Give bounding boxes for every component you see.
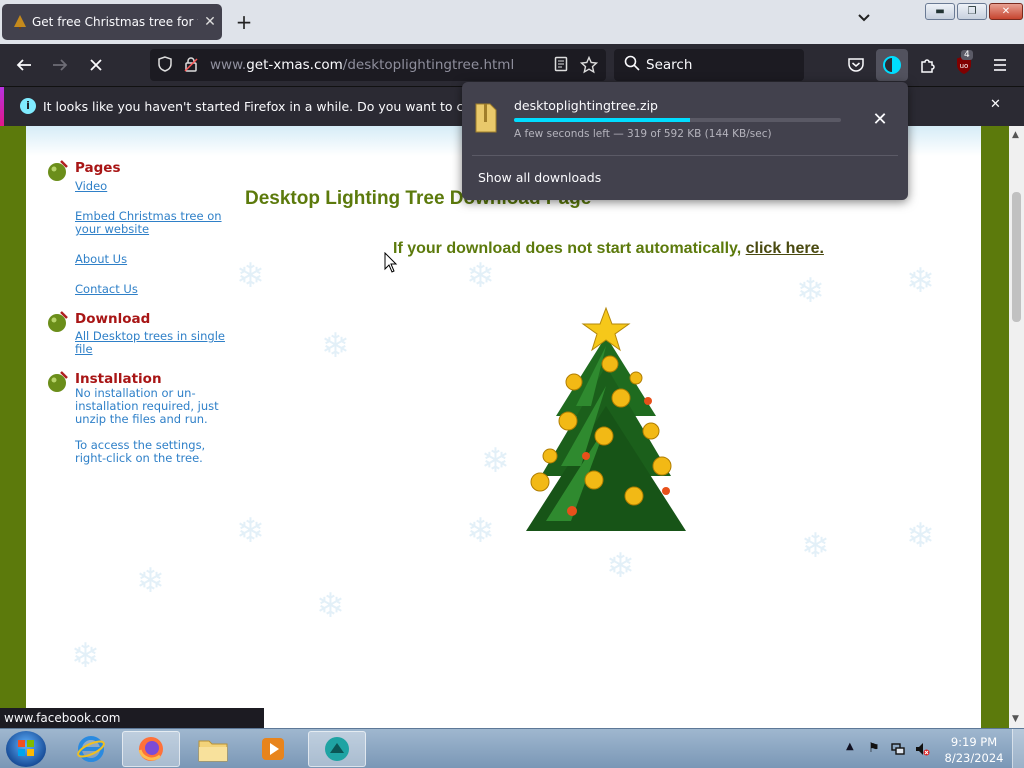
snowflake-icon: ❄ (606, 546, 635, 586)
click-here-link[interactable]: click here. (746, 240, 824, 257)
sidebar-link-contact[interactable]: Contact Us (75, 283, 235, 296)
list-all-tabs-icon[interactable] (852, 12, 876, 32)
action-center-flag-icon[interactable]: ⚑ (866, 741, 882, 757)
show-all-downloads-button[interactable]: Show all downloads (478, 170, 601, 185)
scrollbar-thumb[interactable] (1012, 192, 1021, 322)
reader-view-icon[interactable] (552, 56, 570, 74)
search-placeholder: Search (646, 57, 693, 73)
snowflake-icon: ❄ (481, 441, 510, 481)
hamburger-menu-icon[interactable] (988, 53, 1012, 77)
tab-active[interactable]: Get free Christmas tree for your ✕ (2, 4, 222, 40)
url-prefix: www. (210, 57, 247, 73)
url-domain: get-xmas.com (246, 57, 343, 73)
snowflake-icon: ❄ (906, 261, 935, 301)
stop-loading-icon[interactable] (84, 53, 108, 77)
snowflake-icon: ❄ (316, 586, 345, 626)
download-message: If your download does not start automati… (393, 240, 824, 258)
christmas-tree-image[interactable] (516, 306, 696, 546)
tracking-shield-icon[interactable] (156, 56, 174, 74)
section-title-download: Download (75, 311, 151, 327)
clock-time[interactable]: 9:19 PM (946, 735, 1002, 749)
snowflake-icon: ❄ (236, 256, 265, 296)
pocket-icon[interactable] (844, 53, 868, 77)
section-title-pages: Pages (75, 160, 121, 176)
scroll-down-icon[interactable]: ▼ (1012, 714, 1019, 724)
bookmark-star-icon[interactable] (579, 55, 599, 74)
tab-title: Get free Christmas tree for your (32, 15, 198, 29)
ublock-count-badge: 4 (961, 50, 973, 60)
show-desktop-button[interactable] (1012, 729, 1024, 768)
downloads-panel: desktoplightingtree.zip A few seconds le… (462, 82, 908, 200)
settings-text: To access the settings, right-click on t… (75, 438, 206, 465)
download-filename[interactable]: desktoplightingtree.zip (514, 98, 658, 113)
download-progress-fill (514, 118, 691, 122)
sidebar-link-video[interactable]: Video (75, 180, 235, 193)
windows-taskbar: ▲ ⚑ 9:19 PM 8/23/2024 (0, 728, 1024, 768)
tree-favicon-icon (14, 15, 26, 29)
show-hidden-icons-button[interactable]: ▲ (846, 741, 854, 752)
internet-explorer-icon[interactable] (62, 731, 120, 767)
cancel-download-icon[interactable]: ✕ (868, 108, 892, 132)
forward-arrow-icon[interactable] (48, 53, 72, 77)
sidebar-link-embed[interactable]: Embed Christmas tree on your website (75, 210, 235, 236)
ornament-icon (48, 311, 68, 332)
volume-muted-icon[interactable] (914, 741, 930, 757)
ornament-icon (48, 371, 68, 392)
snowflake-icon: ❄ (466, 256, 495, 296)
insecure-lock-icon[interactable] (182, 56, 200, 74)
vertical-scrollbar[interactable]: ▲ ▼ (1009, 126, 1024, 728)
app-taskbar-icon[interactable] (308, 731, 366, 767)
snowflake-icon: ❄ (466, 511, 495, 551)
download-progress-bar (514, 118, 841, 122)
zip-archive-icon (475, 103, 497, 133)
sidebar-link-all-trees[interactable]: All Desktop trees in single file (75, 330, 235, 356)
snowflake-icon: ❄ (801, 526, 830, 566)
snowflake-icon: ❄ (906, 516, 935, 556)
notification-close-icon[interactable]: ✕ (990, 97, 1001, 112)
status-bar-link-preview: www.facebook.com (0, 708, 264, 728)
snowflake-icon: ❄ (796, 271, 825, 311)
panel-divider (472, 155, 898, 156)
page-content-area: ❄ ❄ ❄ ❄ ❄ ❄ ❄ ❄ ❄ ❄ ❄ ❄ ❄ ❄ Pages Video … (26, 126, 981, 728)
scroll-up-icon[interactable]: ▲ (1012, 130, 1019, 140)
info-icon: i (20, 98, 36, 114)
installation-text: No installation or un-installation requi… (75, 386, 219, 426)
extensions-puzzle-icon[interactable] (916, 53, 940, 77)
svg-text:uo: uo (960, 62, 969, 70)
url-path: /desktoplightingtree.html (342, 57, 515, 73)
window-close-button[interactable]: ✕ (989, 3, 1023, 20)
snowflake-icon: ❄ (321, 326, 350, 366)
media-player-icon[interactable] (244, 731, 302, 767)
start-button-windows-icon[interactable] (6, 731, 46, 767)
file-explorer-icon[interactable] (184, 731, 242, 767)
window-restore-button[interactable]: ❐ (957, 3, 987, 20)
download-status-text: A few seconds left — 319 of 592 KB (144 … (514, 128, 772, 140)
new-tab-button[interactable]: + (232, 10, 256, 34)
firefox-taskbar-icon[interactable] (122, 731, 180, 767)
snowflake-icon: ❄ (136, 561, 165, 601)
tab-close-icon[interactable]: ✕ (198, 14, 222, 30)
url-bar[interactable]: www.get-xmas.com/desktoplightingtree.htm… (150, 49, 606, 81)
download-message-text: If your download does not start automati… (393, 240, 746, 257)
dark-reader-extension-button[interactable] (876, 49, 908, 81)
notification-accent (0, 87, 4, 127)
sidebar-link-about[interactable]: About Us (75, 253, 235, 266)
ornament-icon (48, 160, 68, 181)
network-icon[interactable] (890, 741, 906, 757)
url-text[interactable]: www.get-xmas.com/desktoplightingtree.htm… (210, 57, 514, 73)
tab-strip: Get free Christmas tree for your ✕ + ▬ ❐… (0, 0, 1024, 44)
snowflake-icon: ❄ (71, 636, 100, 676)
snowflake-icon: ❄ (236, 511, 265, 551)
window-minimize-button[interactable]: ▬ (925, 3, 955, 20)
search-icon (624, 55, 640, 75)
navigation-toolbar: www.get-xmas.com/desktoplightingtree.htm… (0, 44, 1024, 86)
web-page: ❄ ❄ ❄ ❄ ❄ ❄ ❄ ❄ ❄ ❄ ❄ ❄ ❄ ❄ Pages Video … (0, 126, 1009, 728)
mouse-cursor-icon (384, 252, 398, 273)
clock-date[interactable]: 8/23/2024 (944, 751, 1004, 765)
back-arrow-icon[interactable] (12, 53, 36, 77)
search-bar[interactable]: Search (614, 49, 804, 81)
section-title-installation: Installation (75, 371, 162, 387)
